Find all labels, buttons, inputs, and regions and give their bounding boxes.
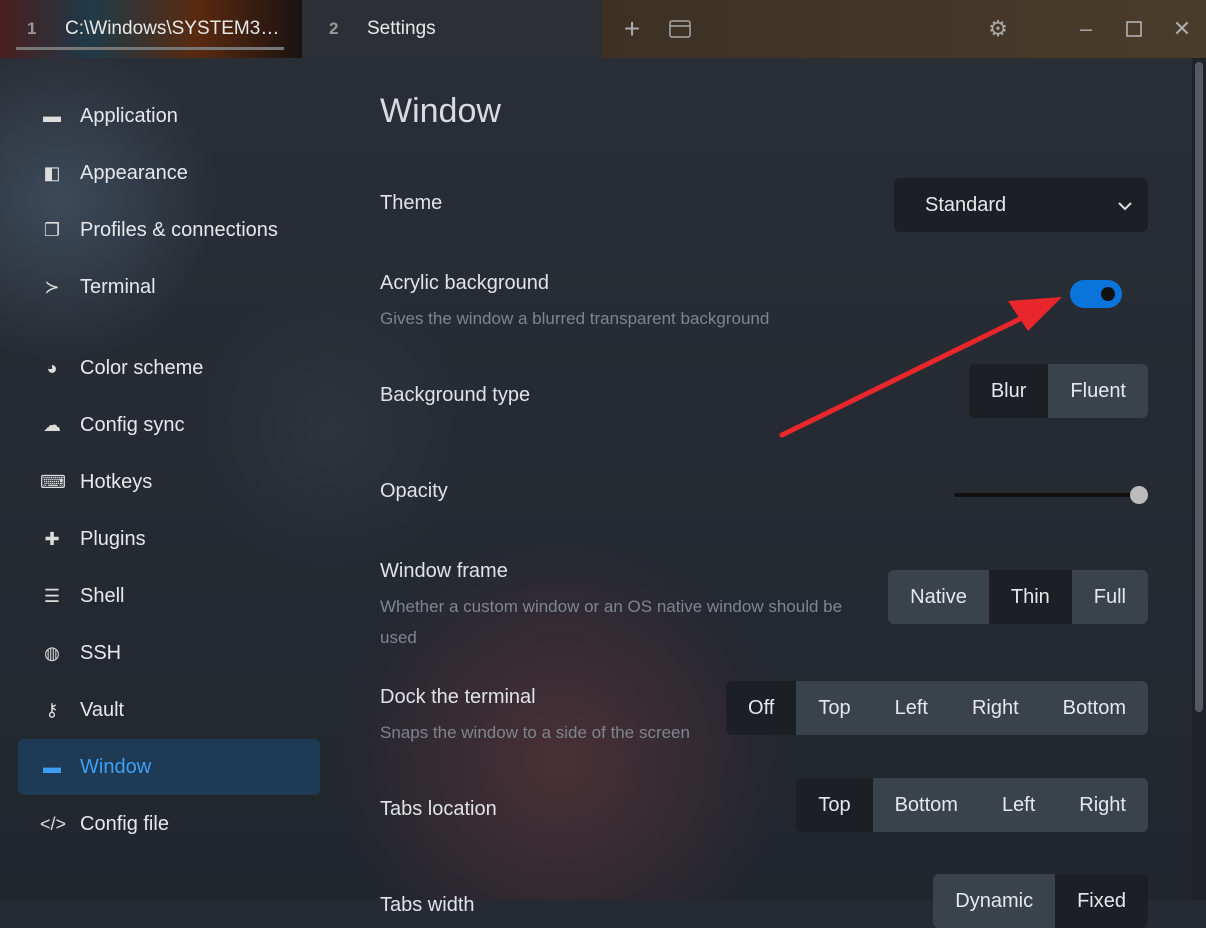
dock-option-off[interactable]: Off (726, 681, 797, 735)
gear-icon[interactable]: ⚙ (974, 0, 1022, 58)
sidebar-item-config-file[interactable]: </> Config file (18, 796, 320, 852)
dock-option-top[interactable]: Top (796, 681, 873, 735)
dock-option-left[interactable]: Left (872, 681, 950, 735)
frame-option-full[interactable]: Full (1071, 570, 1148, 624)
key-icon: ⚷ (45, 699, 59, 720)
tabswidth-option-fixed[interactable]: Fixed (1055, 874, 1148, 928)
frame-selector: Native Thin Full (888, 570, 1148, 624)
acrylic-toggle[interactable] (1070, 280, 1122, 308)
tab-label: C:\Windows\SYSTEM3… (65, 18, 280, 39)
window-icon: ▬ (43, 756, 61, 777)
red-arrow-annotation (779, 297, 1062, 438)
sidebar-item-ssh[interactable]: ◍ SSH (18, 625, 320, 681)
tabsloc-option-top[interactable]: Top (796, 778, 873, 832)
sidebar-item-label: Shell (80, 584, 125, 607)
code-icon: </> (40, 813, 67, 834)
dock-selector: Off Top Left Right Bottom (726, 681, 1148, 735)
settings-panel: Window Theme Standard Acrylic background… (380, 58, 1170, 928)
tab-terminal[interactable]: 1 C:\Windows\SYSTEM3… (0, 0, 302, 58)
tab-settings[interactable]: 2 Settings (302, 0, 602, 58)
tabsloc-option-left[interactable]: Left (979, 778, 1058, 832)
sidebar-item-color-scheme[interactable]: ◕ Color scheme (18, 340, 320, 396)
tab-label: Settings (367, 18, 436, 39)
sidebar-item-label: Terminal (80, 275, 156, 298)
tab-bar: 1 C:\Windows\SYSTEM3… 2 Settings + ⚙ – ✕ (0, 0, 1206, 58)
tabsloc-option-right[interactable]: Right (1057, 778, 1148, 832)
sidebar-item-vault[interactable]: ⚷ Vault (18, 682, 320, 738)
dock-option-right[interactable]: Right (949, 681, 1041, 735)
sidebar: ▬ Application ◧ Appearance ❐ Profiles & conne… (0, 58, 340, 900)
palette-swatch-icon: ◧ (43, 162, 61, 183)
sidebar-item-label: Color scheme (80, 356, 204, 379)
tab-underline (16, 47, 284, 50)
sidebar-item-terminal[interactable]: ≻ Terminal (18, 259, 320, 315)
sidebar-item-plugins[interactable]: ✚ Plugins (18, 511, 320, 567)
sidebar-item-hotkeys[interactable]: ⌨ Hotkeys (18, 454, 320, 510)
theme-value: Standard (925, 193, 1007, 216)
page-title: Window (380, 92, 501, 130)
window-icon: ▬ (43, 105, 61, 126)
window-icon[interactable] (656, 0, 704, 58)
sidebar-item-label: Plugins (80, 527, 146, 550)
tabsloc-selector: Top Bottom Left Right (796, 778, 1148, 832)
sidebar-item-label: Window (80, 755, 152, 778)
plus-icon[interactable]: + (608, 0, 656, 58)
palette-icon: ◕ (46, 357, 58, 378)
scrollbar[interactable] (1192, 58, 1206, 900)
sidebar-item-label: Config file (80, 812, 169, 835)
sidebar-item-label: Vault (80, 698, 125, 721)
close-icon[interactable]: ✕ (1158, 0, 1206, 58)
tabswidth-selector: Dynamic Fixed (933, 874, 1148, 928)
sidebar-item-label: SSH (80, 641, 122, 664)
chevron-down-icon (1118, 194, 1132, 217)
keyboard-icon: ⌨ (40, 471, 66, 492)
sidebar-item-window[interactable]: ▬ Window (18, 739, 320, 795)
theme-dropdown[interactable]: Standard (894, 178, 1148, 232)
terminal-icon: ≻ (44, 276, 60, 297)
sidebar-item-application[interactable]: ▬ Application (18, 88, 320, 144)
tab-number: 1 (27, 19, 37, 38)
frame-desc: Whether a custom window or an OS native … (380, 597, 843, 647)
sidebar-item-config-sync[interactable]: ☁ Config sync (18, 397, 320, 453)
tabswidth-option-dynamic[interactable]: Dynamic (933, 874, 1056, 928)
maximize-icon[interactable] (1110, 0, 1158, 58)
sidebar-item-appearance[interactable]: ◧ Appearance (18, 145, 320, 201)
opacity-slider[interactable] (954, 485, 1148, 505)
sidebar-item-profiles-connections[interactable]: ❐ Profiles & connections (18, 202, 320, 258)
dock-option-bottom[interactable]: Bottom (1040, 681, 1148, 735)
slider-thumb[interactable] (1130, 486, 1148, 504)
sidebar-item-label: Config sync (80, 413, 185, 436)
globe-icon: ◍ (44, 642, 60, 663)
sidebar-item-label: Profiles & connections (80, 218, 278, 241)
list-icon: ☰ (43, 585, 61, 606)
tabsloc-option-bottom[interactable]: Bottom (872, 778, 980, 832)
sidebar-item-shell[interactable]: ☰ Shell (18, 568, 320, 624)
frame-option-thin[interactable]: Thin (988, 570, 1072, 624)
frame-option-native[interactable]: Native (888, 570, 989, 624)
tab-number: 2 (329, 19, 339, 38)
puzzle-icon: ✚ (44, 528, 60, 549)
cloud-icon: ☁ (43, 414, 61, 435)
minimize-icon[interactable]: – (1062, 0, 1110, 58)
sidebar-item-label: Hotkeys (80, 470, 153, 493)
sidebar-item-label: Appearance (80, 161, 188, 184)
profiles-icon: ❐ (43, 219, 61, 240)
sidebar-item-label: Application (80, 104, 178, 127)
